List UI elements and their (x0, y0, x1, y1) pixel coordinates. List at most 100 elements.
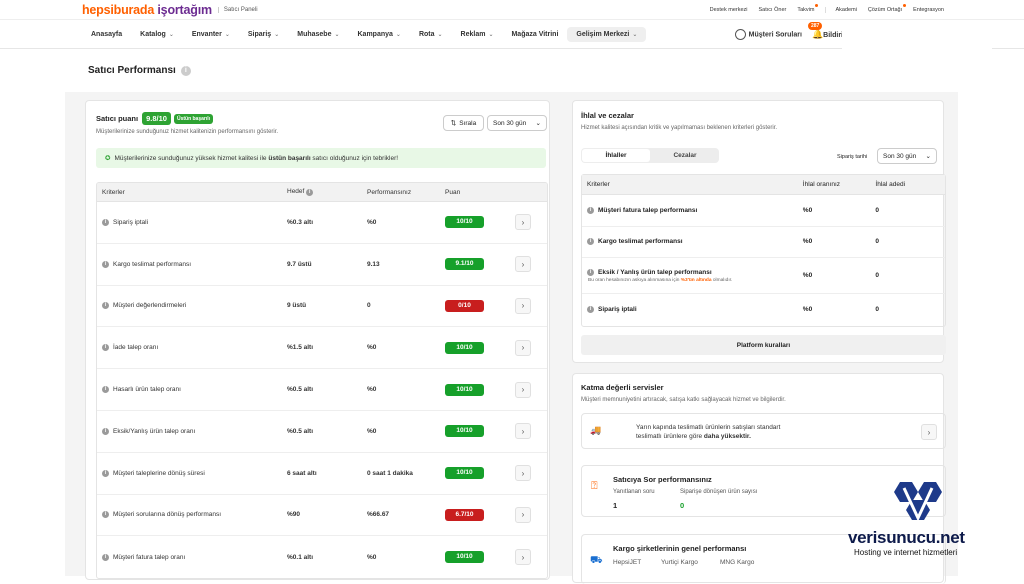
seller-score-card: Satıcı puanı 9.8/10 Üstün başarılı Müşte… (85, 100, 550, 580)
question-icon: ⍰ (591, 480, 598, 492)
info-icon[interactable]: i (587, 238, 594, 246)
chevron-right-icon[interactable]: › (515, 506, 531, 523)
score-badge: 0/10 (445, 299, 484, 312)
info-icon[interactable]: i (102, 469, 109, 477)
bell-icon: 🔔 (811, 28, 824, 39)
score-badge: 10/10 (445, 467, 484, 480)
notifications-link[interactable]: 287 🔔Bildiri (807, 21, 843, 40)
panel-label: Satıcı Paneli (217, 6, 258, 13)
nav-route[interactable]: Rota ⌄ (410, 27, 452, 42)
criterion-target: 6 saat altı (287, 469, 317, 477)
link-support[interactable]: Destek merkezi (710, 7, 748, 13)
link-integration[interactable]: Entegrasyon (913, 7, 944, 13)
chevron-down-icon: ⌄ (535, 120, 541, 127)
info-icon[interactable]: i (102, 302, 109, 310)
link-partner[interactable]: Çözüm Ortağı (868, 3, 907, 13)
table-row: i Müşteri taleplerine dönüş süresi 6 saat … (97, 453, 547, 495)
truck-icon: 🚚 (590, 425, 602, 435)
table-header: Kriterler İhlal oranınız İhlal adedi (582, 175, 945, 195)
nav-inventory[interactable]: Envanter ⌄ (183, 27, 239, 42)
nav-home[interactable]: Anasayfa (82, 27, 131, 42)
services-title: Katma değerli servisler (581, 383, 664, 392)
criterion-performance: %0 (367, 553, 377, 561)
nav-campaign[interactable]: Kampanya ⌄ (349, 27, 410, 42)
table-row: i Eksik/Yanlış ürün talep oranı %0.5 altı%… (97, 411, 547, 453)
customer-questions-link[interactable]: Müşteri Soruları (734, 28, 802, 40)
info-icon[interactable]: i (102, 386, 109, 394)
chevron-right-icon[interactable]: › (515, 256, 531, 273)
info-icon[interactable]: i (102, 553, 109, 561)
criterion-performance: %0 (367, 427, 377, 435)
nav-growth-center[interactable]: Gelişim Merkezi ⌄ (567, 26, 647, 42)
score-title: Satıcı puanı (96, 114, 139, 123)
table-row: i Müşteri fatura talep performansı %0 0 (582, 195, 945, 227)
info-icon[interactable]: i (587, 268, 594, 276)
score-badge: 10/10 (445, 383, 484, 396)
nav-storefront[interactable]: Mağaza Vitrini (502, 27, 567, 42)
chevron-down-icon: ⌄ (224, 31, 230, 38)
link-refer[interactable]: Satıcı Öner (759, 7, 787, 13)
status-badge: Üstün başarılı (173, 113, 214, 124)
info-icon[interactable]: i (306, 189, 314, 196)
threshold-note: Bu oran hesabınızın askıya alınmasına iç… (588, 277, 733, 283)
top-bar: hepsiburada işortağım Satıcı Paneli Dest… (0, 0, 1024, 20)
link-calendar[interactable]: Takvim (797, 3, 819, 13)
score-badge: 9.1/10 (445, 258, 484, 271)
nav-catalog[interactable]: Katalog ⌄ (131, 27, 183, 42)
criterion-target: %0.5 altı (287, 427, 314, 435)
chevron-right-icon[interactable]: › (515, 381, 531, 398)
info-icon[interactable]: i (587, 206, 594, 214)
criterion-name: Kargo teslimat performansı (113, 260, 192, 268)
nav-orders[interactable]: Sipariş ⌄ (239, 27, 288, 42)
chevron-right-icon[interactable]: › (515, 297, 531, 314)
tab-violations[interactable]: İhlaller (582, 149, 650, 162)
chevron-right-icon[interactable]: › (515, 214, 531, 231)
criteria-table: Kriterler Hedef i Performansınız Puan iS… (96, 182, 548, 580)
criterion-name: Müşteri fatura talep oranı (113, 553, 186, 561)
info-icon[interactable]: i (102, 260, 109, 268)
chevron-down-icon: ⌄ (437, 31, 443, 38)
criterion-name: Müşteri taleplerine dönüş süresi (113, 469, 205, 477)
info-icon[interactable]: i (587, 306, 594, 314)
nav-accounting[interactable]: Muhasebe ⌄ (288, 27, 348, 42)
chevron-right-icon[interactable]: › (515, 549, 531, 566)
platform-rules-button[interactable]: Platform kuralları (581, 335, 946, 355)
next-day-promo[interactable]: 🚚 Yarın kapında teslimatlı ürünlerin sat… (581, 413, 946, 449)
chevron-right-icon[interactable]: › (515, 423, 531, 440)
sort-button[interactable]: ⇅ Sırala (443, 115, 484, 131)
info-icon[interactable]: i (102, 218, 109, 226)
violations-subtitle: Hizmet kalitesi açısından kritik ve yapı… (581, 125, 778, 131)
top-links: Destek merkezi Satıcı Öner Takvim Akadem… (710, 3, 1024, 13)
table-row: i İade talep oranı %1.5 altı %0 10/10 › (97, 327, 547, 370)
info-icon[interactable]: i (180, 65, 191, 76)
table-row: i Müşteri değerlendirmeleri 9 üstü 0 0/10 › (97, 286, 547, 328)
tab-penalties[interactable]: Cezalar (651, 148, 719, 163)
table-row: i Müşteri sorularına dönüş performansı %90… (97, 495, 547, 537)
score-value: 9.8/10 (142, 112, 171, 125)
info-icon[interactable]: i (102, 427, 109, 435)
hepsiburada-logo[interactable]: hepsiburada işortağım (82, 3, 212, 17)
info-icon[interactable]: i (102, 511, 109, 519)
nav-ads[interactable]: Reklam ⌄ (452, 27, 503, 42)
table-row: i Sipariş iptali %0.3 altı %0 10/10 › (97, 202, 547, 244)
chevron-right-icon[interactable]: › (921, 424, 937, 440)
chevron-down-icon: ⌄ (488, 31, 494, 38)
period-select[interactable]: Son 30 gün ⌄ (487, 115, 547, 131)
violations-period-select[interactable]: Son 30 gün ⌄ (877, 148, 937, 164)
main-content: Satıcı puanı 9.8/10 Üstün başarılı Müşte… (65, 92, 958, 584)
criterion-target: %0.3 altı (287, 218, 314, 226)
congrats-banner: ✪ Müşterilerinize sunduğunuz yüksek hizm… (96, 148, 546, 168)
score-badge: 10/10 (445, 216, 484, 229)
criterion-name: İade talep oranı (113, 344, 159, 352)
criterion-target: %1.5 altı (287, 344, 314, 352)
chevron-right-icon[interactable]: › (515, 465, 531, 482)
link-academy[interactable]: Akademi (825, 6, 857, 13)
chevron-down-icon: ⌄ (334, 31, 340, 38)
score-badge: 10/10 (445, 425, 484, 438)
info-icon[interactable]: i (102, 344, 109, 352)
chevron-right-icon[interactable]: › (515, 339, 531, 356)
criterion-name: Eksik/Yanlış ürün talep oranı (113, 427, 196, 435)
criterion-performance: 0 saat 1 dakika (367, 469, 413, 477)
verisunucu-logo-icon (894, 482, 942, 522)
table-row: i Eksik / Yanlış ürün talep performansı B… (582, 258, 945, 294)
